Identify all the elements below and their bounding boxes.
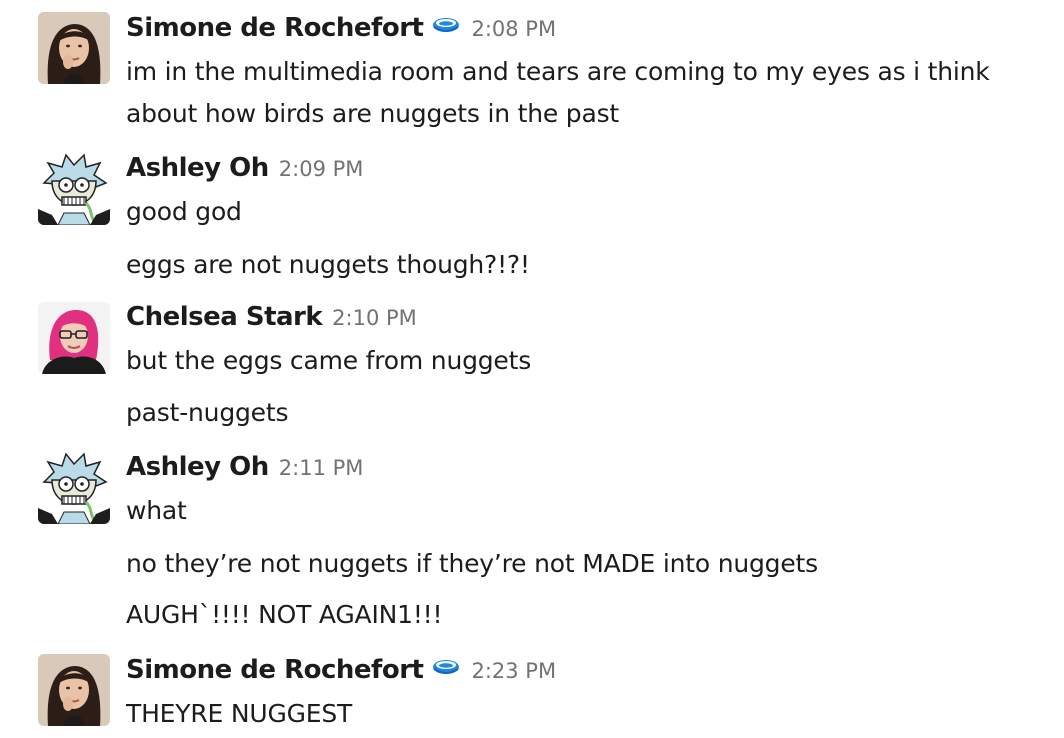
message-text: but the eggs came from nuggets xyxy=(126,346,532,375)
avatar[interactable] xyxy=(38,654,110,726)
avatar[interactable] xyxy=(38,12,110,84)
sender-name[interactable]: Simone de Rochefort xyxy=(126,13,424,43)
blue-bowl-emoji-icon[interactable] xyxy=(431,14,461,38)
timestamp[interactable]: 2:10 PM xyxy=(332,306,417,330)
message-header: Simone de Rochefort 2:08 PM xyxy=(126,12,556,46)
avatar[interactable] xyxy=(38,452,110,524)
blue-bowl-emoji-icon[interactable] xyxy=(431,656,461,680)
avatar[interactable] xyxy=(38,302,110,374)
message-header: Simone de Rochefort 2:23 PM xyxy=(126,654,556,688)
timestamp[interactable]: 2:08 PM xyxy=(471,17,556,41)
message-text: good god xyxy=(126,197,242,226)
sender-name[interactable]: Ashley Oh xyxy=(126,153,269,183)
message-text: about how birds are nuggets in the past xyxy=(126,99,619,128)
avatar-rick-cartoon-icon xyxy=(38,452,110,524)
message-header: Ashley Oh 2:09 PM xyxy=(126,153,363,187)
sender-name[interactable]: Simone de Rochefort xyxy=(126,655,424,685)
message-text: THEYRE NUGGEST xyxy=(126,699,353,728)
avatar-simone-icon xyxy=(38,654,110,726)
sender-name[interactable]: Chelsea Stark xyxy=(126,302,323,332)
message-text: eggs are not nuggets though?!?! xyxy=(126,250,530,279)
avatar-chelsea-icon xyxy=(38,302,110,374)
avatar[interactable] xyxy=(38,153,110,225)
timestamp[interactable]: 2:11 PM xyxy=(279,456,364,480)
message-group: Chelsea Stark 2:10 PM but the eggs came … xyxy=(0,302,1064,432)
message-text: past-nuggets xyxy=(126,398,289,427)
message-feed: Simone de Rochefort 2:08 PM im in the mu… xyxy=(0,0,1064,738)
sender-name[interactable]: Ashley Oh xyxy=(126,452,269,482)
message-header: Ashley Oh 2:11 PM xyxy=(126,452,363,486)
message-text: AUGH`!!!! NOT AGAIN1!!! xyxy=(126,600,443,629)
message-text: no they’re not nuggets if they’re not MA… xyxy=(126,549,818,578)
message-text: what xyxy=(126,496,187,525)
message-group: Simone de Rochefort 2:23 PM THEYRE NUGGE… xyxy=(0,654,1064,734)
message-text: im in the multimedia room and tears are … xyxy=(126,57,990,86)
timestamp[interactable]: 2:23 PM xyxy=(471,659,556,683)
message-group: Simone de Rochefort 2:08 PM im in the mu… xyxy=(0,12,1064,132)
avatar-simone-icon xyxy=(38,12,110,84)
timestamp[interactable]: 2:09 PM xyxy=(279,157,364,181)
message-group: Ashley Oh 2:09 PM good god eggs are not … xyxy=(0,153,1064,283)
message-header: Chelsea Stark 2:10 PM xyxy=(126,302,417,336)
message-group: Ashley Oh 2:11 PM what no they’re not nu… xyxy=(0,452,1064,632)
avatar-rick-cartoon-icon xyxy=(38,153,110,225)
